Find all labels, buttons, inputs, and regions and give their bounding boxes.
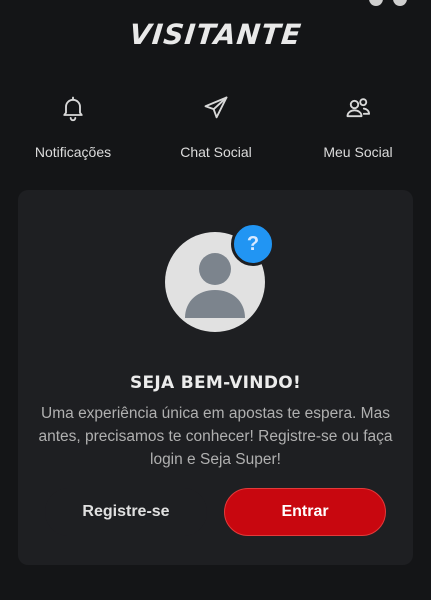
nav-label-social-chat: Chat Social xyxy=(180,144,252,160)
nav-item-notifications[interactable]: Notificações xyxy=(3,92,143,167)
nav-item-my-social[interactable]: Meu Social xyxy=(288,92,428,167)
welcome-text: Uma experiência única em apostas te espe… xyxy=(38,405,393,468)
register-button[interactable]: Registre-se xyxy=(45,488,207,536)
welcome-card: ? SEJA BEM-VINDO! Uma experiência única … xyxy=(18,190,413,565)
nav-label-my-social: Meu Social xyxy=(323,144,393,160)
login-button[interactable]: Entrar xyxy=(224,488,386,536)
avatar-wrapper: ? xyxy=(165,222,275,342)
send-icon xyxy=(204,96,228,119)
nav-label-notifications: Notificações xyxy=(34,144,112,160)
social-nav: Notificações Chat Social Meu Social xyxy=(0,92,431,172)
status-bar-icons xyxy=(357,0,407,6)
users-icon xyxy=(346,98,371,118)
nav-item-social-chat[interactable]: Chat Social xyxy=(146,92,286,167)
question-badge-icon: ? xyxy=(231,222,275,266)
bell-icon xyxy=(63,96,83,122)
welcome-title: SEJA BEM-VINDO! xyxy=(129,373,302,393)
page-title: VISITANTE xyxy=(127,18,304,51)
